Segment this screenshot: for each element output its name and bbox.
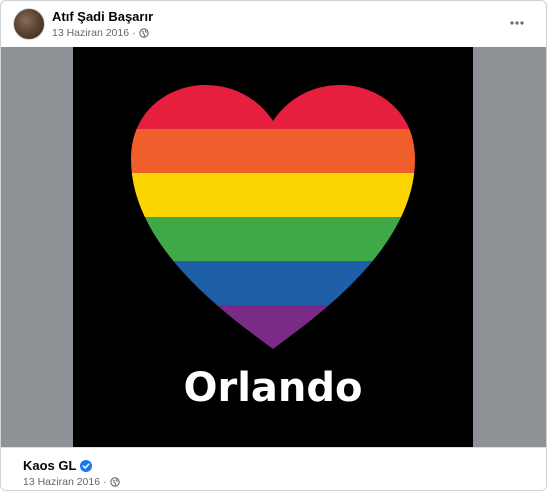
heart-graphic: Orlando	[131, 85, 415, 411]
rainbow-stripe	[131, 261, 415, 306]
post-media[interactable]: Orlando	[1, 47, 546, 447]
rainbow-stripe	[131, 217, 415, 262]
post-date[interactable]: 13 Haziran 2016	[52, 27, 129, 39]
shared-date[interactable]: 13 Haziran 2016	[23, 476, 100, 488]
shared-source: Kaos GL 13 Haziran 2016 ·	[1, 447, 546, 490]
shared-page-name[interactable]: Kaos GL	[23, 458, 76, 473]
shared-page[interactable]: Kaos GL	[23, 458, 93, 473]
orlando-pride-heart-image[interactable]: Orlando	[73, 47, 473, 447]
globe-icon[interactable]	[138, 28, 149, 38]
rainbow-stripe	[131, 305, 415, 349]
author-avatar[interactable]	[13, 8, 45, 40]
rainbow-stripe	[131, 173, 415, 218]
post-header: Atıf Şadi Başarır 13 Haziran 2016 ·	[1, 1, 546, 47]
author-name[interactable]: Atıf Şadi Başarır	[52, 9, 153, 24]
shared-meta-separator: ·	[103, 476, 107, 488]
verified-badge-icon	[80, 459, 93, 472]
orlando-text: Orlando	[183, 365, 362, 411]
more-options-button[interactable]	[503, 9, 531, 37]
globe-icon[interactable]	[109, 477, 120, 487]
rainbow-stripes	[131, 85, 415, 349]
facebook-post: Atıf Şadi Başarır 13 Haziran 2016 · Orla…	[0, 0, 547, 491]
shared-meta: 13 Haziran 2016 ·	[23, 476, 120, 488]
rainbow-stripe	[131, 129, 415, 174]
more-options-icon	[510, 21, 524, 25]
meta-separator: ·	[132, 27, 136, 39]
rainbow-stripe	[131, 85, 415, 130]
post-meta: 13 Haziran 2016 ·	[52, 27, 149, 39]
